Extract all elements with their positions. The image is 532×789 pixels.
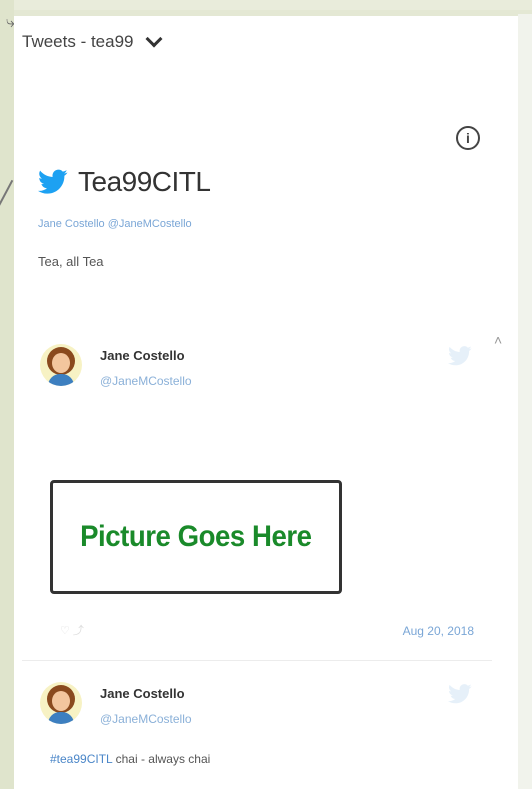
tweet-card[interactable]: Jane Costello @JaneMCostello #tea99CITL …	[38, 678, 486, 778]
tweet-body: chai - always chai	[112, 752, 211, 766]
tweet-divider	[22, 660, 492, 661]
window-left-edge	[0, 0, 14, 789]
profile-description: Tea, all Tea	[38, 254, 104, 269]
avatar[interactable]	[40, 682, 82, 724]
tweet-author-name[interactable]: Jane Costello	[100, 348, 185, 363]
hashtag-link[interactable]: #tea99CITL	[50, 752, 112, 766]
chevron-down-icon[interactable]	[145, 30, 163, 48]
tweet-text: #tea99CITL chai - always chai	[50, 752, 210, 766]
timeline-header[interactable]: Tweets - tea99	[22, 30, 163, 52]
tweet-author-handle[interactable]: @JaneMCostello	[100, 712, 192, 726]
avatar[interactable]	[40, 344, 82, 386]
timeline-title: Tweets - tea99	[22, 32, 134, 51]
profile-byline[interactable]: Jane Costello @JaneMCostello	[38, 218, 192, 230]
tweet-author-handle[interactable]: @JaneMCostello	[100, 374, 192, 388]
window-top-edge	[0, 0, 532, 10]
twitter-bird-icon[interactable]	[448, 346, 472, 366]
twitter-bird-icon	[38, 169, 68, 194]
twitter-bird-icon[interactable]	[448, 684, 472, 704]
profile-title-row[interactable]: Tea99CITL	[38, 166, 211, 198]
caret-up-icon[interactable]: ˄	[494, 332, 502, 348]
picture-placeholder[interactable]: Picture Goes Here	[50, 480, 342, 594]
tweet-date[interactable]: Aug 20, 2018	[403, 624, 474, 638]
scrollbar[interactable]	[518, 14, 532, 789]
info-icon[interactable]: i	[456, 126, 480, 150]
tweet-card[interactable]: Jane Costello @JaneMCostello ˄ Picture G…	[38, 332, 502, 644]
tweet-author-name[interactable]: Jane Costello	[100, 686, 185, 701]
picture-placeholder-label: Picture Goes Here	[80, 520, 312, 553]
tweet-actions-icon[interactable]: ♡ ⤴	[60, 622, 84, 638]
profile-name[interactable]: Tea99CITL	[78, 166, 211, 198]
